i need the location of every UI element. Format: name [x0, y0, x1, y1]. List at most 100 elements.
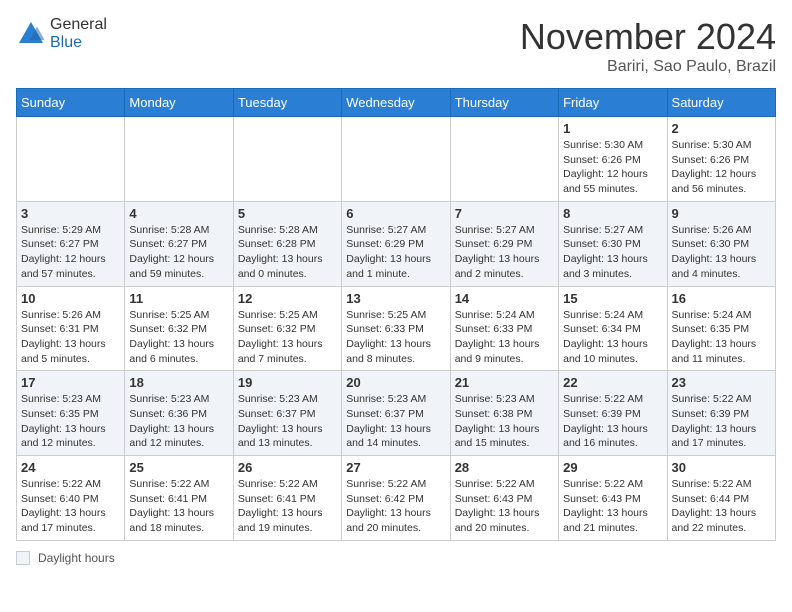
calendar-day-header: Tuesday — [233, 89, 341, 117]
calendar-cell: 3Sunrise: 5:29 AM Sunset: 6:27 PM Daylig… — [17, 201, 125, 286]
legend-label: Daylight hours — [38, 551, 115, 565]
day-number: 1 — [563, 121, 662, 136]
calendar-day-header: Wednesday — [342, 89, 450, 117]
day-info: Sunrise: 5:24 AM Sunset: 6:34 PM Dayligh… — [563, 308, 662, 367]
day-info: Sunrise: 5:22 AM Sunset: 6:39 PM Dayligh… — [672, 392, 771, 451]
day-info: Sunrise: 5:22 AM Sunset: 6:43 PM Dayligh… — [563, 477, 662, 536]
calendar-cell: 27 Sunrise: 5:22 AM Sunset: 6:42 PM Dayli… — [342, 456, 450, 541]
calendar-cell: 18 Sunrise: 5:23 AM Sunset: 6:36 PM Dayli… — [125, 371, 233, 456]
day-info: Sunrise: 5:30 AM Sunset: 6:26 PM Dayligh… — [672, 138, 771, 197]
day-number: 8 — [563, 206, 662, 221]
calendar-cell: 23Sunrise: 5:22 AM Sunset: 6:39 PM Dayli… — [667, 371, 775, 456]
title-block: November 2024 Bariri, Sao Paulo, Brazil — [520, 16, 776, 76]
calendar-cell: 6 Sunrise: 5:27 AM Sunset: 6:29 PM Daylig… — [342, 201, 450, 286]
calendar-week-row: 17Sunrise: 5:23 AM Sunset: 6:35 PM Dayli… — [17, 371, 776, 456]
calendar-cell: 19 Sunrise: 5:23 AM Sunset: 6:37 PM Dayli… — [233, 371, 341, 456]
calendar-cell: 13 Sunrise: 5:25 AM Sunset: 6:33 PM Dayli… — [342, 286, 450, 371]
logo-blue-text: Blue — [50, 34, 82, 51]
calendar-cell: 21Sunrise: 5:23 AM Sunset: 6:38 PM Dayli… — [450, 371, 558, 456]
calendar-cell: 7Sunrise: 5:27 AM Sunset: 6:29 PM Daylig… — [450, 201, 558, 286]
day-number: 19 — [238, 375, 337, 390]
calendar-cell — [342, 117, 450, 202]
calendar-cell: 24 Sunrise: 5:22 AM Sunset: 6:40 PM Dayli… — [17, 456, 125, 541]
day-number: 14 — [455, 291, 554, 306]
day-info: Sunrise: 5:27 AM Sunset: 6:29 PM Dayligh… — [346, 223, 445, 282]
calendar-week-row: 3Sunrise: 5:29 AM Sunset: 6:27 PM Daylig… — [17, 201, 776, 286]
calendar-cell: 9Sunrise: 5:26 AM Sunset: 6:30 PM Daylig… — [667, 201, 775, 286]
day-number: 5 — [238, 206, 337, 221]
day-info: Sunrise: 5:30 AM Sunset: 6:26 PM Dayligh… — [563, 138, 662, 197]
calendar-cell: 26 Sunrise: 5:22 AM Sunset: 6:41 PM Dayli… — [233, 456, 341, 541]
calendar-cell: 28Sunrise: 5:22 AM Sunset: 6:43 PM Dayli… — [450, 456, 558, 541]
calendar-cell: 29 Sunrise: 5:22 AM Sunset: 6:43 PM Dayli… — [559, 456, 667, 541]
legend-box — [16, 551, 30, 565]
calendar-week-row: 24 Sunrise: 5:22 AM Sunset: 6:40 PM Dayli… — [17, 456, 776, 541]
day-number: 24 — [21, 460, 120, 475]
day-info: Sunrise: 5:25 AM Sunset: 6:32 PM Dayligh… — [238, 308, 337, 367]
calendar-week-row: 10Sunrise: 5:26 AM Sunset: 6:31 PM Dayli… — [17, 286, 776, 371]
calendar-table: SundayMondayTuesdayWednesdayThursdayFrid… — [16, 88, 776, 541]
day-info: Sunrise: 5:23 AM Sunset: 6:37 PM Dayligh… — [346, 392, 445, 451]
calendar-cell: 14Sunrise: 5:24 AM Sunset: 6:33 PM Dayli… — [450, 286, 558, 371]
calendar-cell — [233, 117, 341, 202]
day-number: 15 — [563, 291, 662, 306]
day-number: 3 — [21, 206, 120, 221]
calendar-day-header: Thursday — [450, 89, 558, 117]
day-info: Sunrise: 5:22 AM Sunset: 6:40 PM Dayligh… — [21, 477, 120, 536]
calendar-cell: 30 Sunrise: 5:22 AM Sunset: 6:44 PM Dayli… — [667, 456, 775, 541]
day-info: Sunrise: 5:22 AM Sunset: 6:41 PM Dayligh… — [238, 477, 337, 536]
day-info: Sunrise: 5:23 AM Sunset: 6:36 PM Dayligh… — [129, 392, 228, 451]
day-number: 11 — [129, 291, 228, 306]
day-number: 18 — [129, 375, 228, 390]
calendar-cell: 25 Sunrise: 5:22 AM Sunset: 6:41 PM Dayli… — [125, 456, 233, 541]
calendar-week-row: 1 Sunrise: 5:30 AM Sunset: 6:26 PM Daylig… — [17, 117, 776, 202]
calendar-day-header: Friday — [559, 89, 667, 117]
day-info: Sunrise: 5:22 AM Sunset: 6:41 PM Dayligh… — [129, 477, 228, 536]
calendar-cell: 16 Sunrise: 5:24 AM Sunset: 6:35 PM Dayli… — [667, 286, 775, 371]
day-number: 26 — [238, 460, 337, 475]
calendar-cell: 5 Sunrise: 5:28 AM Sunset: 6:28 PM Daylig… — [233, 201, 341, 286]
day-info: Sunrise: 5:22 AM Sunset: 6:42 PM Dayligh… — [346, 477, 445, 536]
day-info: Sunrise: 5:24 AM Sunset: 6:35 PM Dayligh… — [672, 308, 771, 367]
logo: General Blue — [16, 16, 107, 52]
calendar-day-header: Monday — [125, 89, 233, 117]
day-number: 12 — [238, 291, 337, 306]
calendar-cell: 20Sunrise: 5:23 AM Sunset: 6:37 PM Dayli… — [342, 371, 450, 456]
day-info: Sunrise: 5:28 AM Sunset: 6:27 PM Dayligh… — [129, 223, 228, 282]
day-info: Sunrise: 5:27 AM Sunset: 6:30 PM Dayligh… — [563, 223, 662, 282]
calendar-cell — [125, 117, 233, 202]
logo-icon — [16, 19, 46, 49]
day-number: 6 — [346, 206, 445, 221]
calendar-cell: 10Sunrise: 5:26 AM Sunset: 6:31 PM Dayli… — [17, 286, 125, 371]
day-number: 2 — [672, 121, 771, 136]
day-number: 29 — [563, 460, 662, 475]
logo-general-text: General — [50, 16, 107, 33]
month-title: November 2024 — [520, 16, 776, 58]
calendar-cell: 11Sunrise: 5:25 AM Sunset: 6:32 PM Dayli… — [125, 286, 233, 371]
day-number: 16 — [672, 291, 771, 306]
day-info: Sunrise: 5:22 AM Sunset: 6:39 PM Dayligh… — [563, 392, 662, 451]
day-number: 21 — [455, 375, 554, 390]
day-number: 22 — [563, 375, 662, 390]
location: Bariri, Sao Paulo, Brazil — [520, 58, 776, 76]
calendar-cell: 8 Sunrise: 5:27 AM Sunset: 6:30 PM Daylig… — [559, 201, 667, 286]
day-number: 30 — [672, 460, 771, 475]
day-info: Sunrise: 5:22 AM Sunset: 6:44 PM Dayligh… — [672, 477, 771, 536]
day-number: 17 — [21, 375, 120, 390]
day-info: Sunrise: 5:25 AM Sunset: 6:33 PM Dayligh… — [346, 308, 445, 367]
day-number: 27 — [346, 460, 445, 475]
day-info: Sunrise: 5:23 AM Sunset: 6:37 PM Dayligh… — [238, 392, 337, 451]
calendar-cell — [450, 117, 558, 202]
day-number: 25 — [129, 460, 228, 475]
legend: Daylight hours — [16, 551, 776, 565]
day-number: 9 — [672, 206, 771, 221]
day-number: 13 — [346, 291, 445, 306]
calendar-cell: 4 Sunrise: 5:28 AM Sunset: 6:27 PM Daylig… — [125, 201, 233, 286]
day-number: 4 — [129, 206, 228, 221]
calendar-cell — [17, 117, 125, 202]
day-number: 28 — [455, 460, 554, 475]
day-info: Sunrise: 5:26 AM Sunset: 6:31 PM Dayligh… — [21, 308, 120, 367]
calendar-cell: 2 Sunrise: 5:30 AM Sunset: 6:26 PM Daylig… — [667, 117, 775, 202]
day-info: Sunrise: 5:28 AM Sunset: 6:28 PM Dayligh… — [238, 223, 337, 282]
calendar-cell: 22 Sunrise: 5:22 AM Sunset: 6:39 PM Dayli… — [559, 371, 667, 456]
